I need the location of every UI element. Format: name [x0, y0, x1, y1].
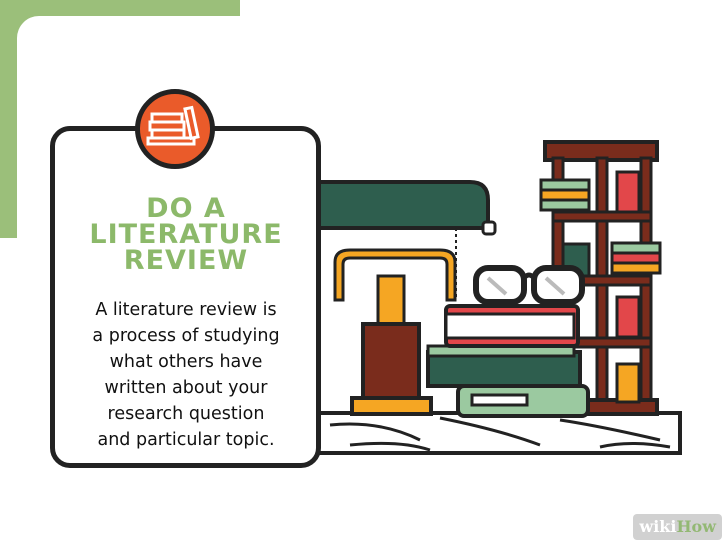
book-stack — [426, 304, 590, 418]
books-icon — [135, 89, 215, 169]
body-line: a process of studying — [92, 326, 280, 346]
wikihow-watermark: wikiHow — [633, 514, 722, 540]
body-line: research question — [107, 404, 265, 424]
card-title: DO A LITERATURE REVIEW — [56, 195, 316, 276]
title-line: REVIEW — [123, 245, 249, 276]
body-line: A literature review is — [95, 300, 277, 320]
glasses — [473, 265, 585, 305]
desk — [316, 411, 682, 455]
body-line: and particular topic. — [97, 430, 275, 450]
body-line: written about your — [104, 378, 268, 398]
body-line: what others have — [109, 352, 263, 372]
card-body: A literature review is a process of stud… — [60, 297, 312, 453]
